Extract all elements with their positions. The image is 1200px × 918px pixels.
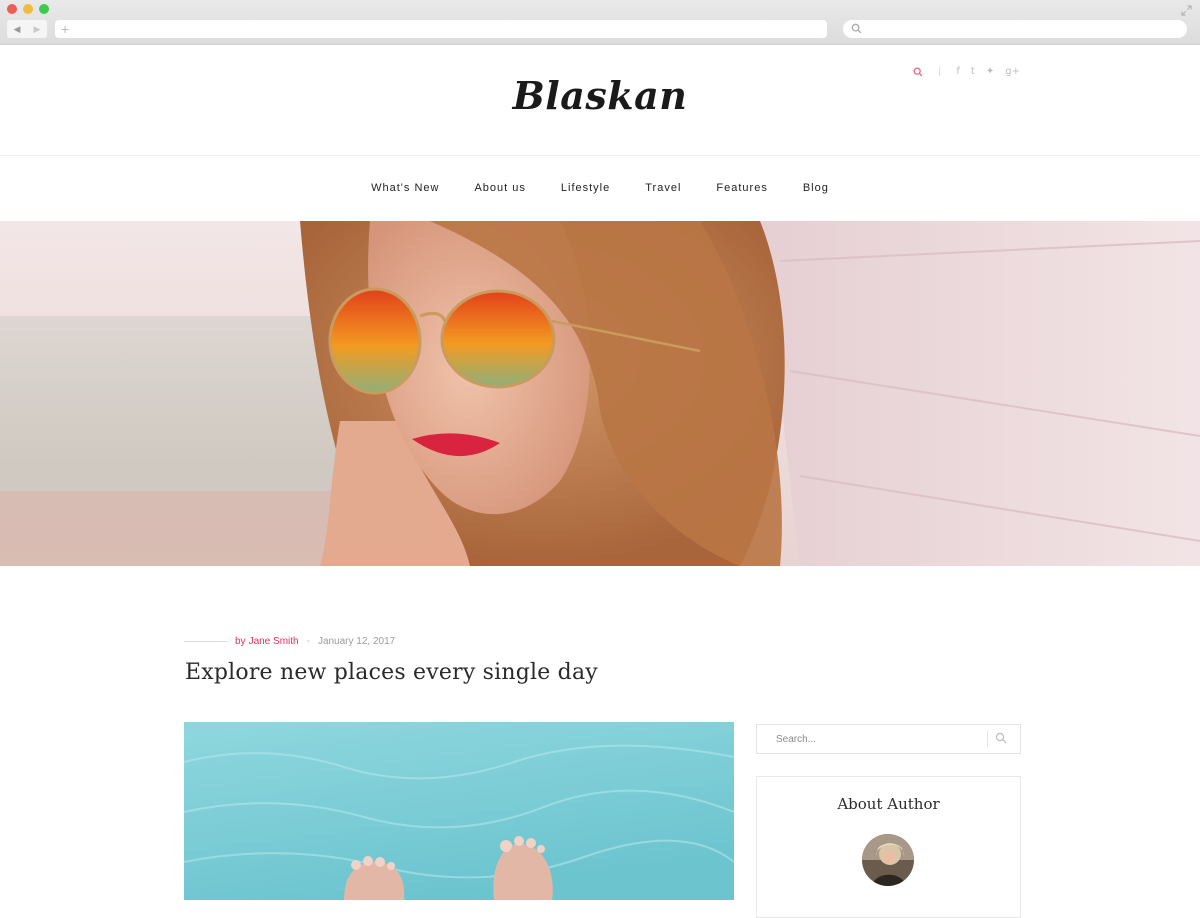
post-author-link[interactable]: Jane Smith [249, 636, 299, 647]
browser-search-field[interactable] [843, 20, 1187, 38]
nav-item-travel[interactable]: Travel [645, 182, 681, 194]
sidebar-search [756, 724, 1021, 754]
address-bar[interactable]: + [55, 20, 827, 38]
browser-chrome: ◀ ▶ + [0, 0, 1200, 45]
nav-item-about-us[interactable]: About us [474, 182, 525, 194]
search-icon[interactable] [913, 67, 923, 77]
forward-button[interactable]: ▶ [34, 24, 41, 35]
search-divider [987, 731, 988, 747]
separator: | [938, 66, 942, 77]
search-icon [851, 23, 862, 34]
window-controls [7, 4, 49, 14]
search-icon[interactable] [995, 732, 1007, 744]
pool-photo [184, 722, 734, 900]
post-title[interactable]: Explore new places every single day [185, 660, 598, 685]
facebook-icon[interactable]: f [956, 66, 960, 77]
post-date: January 12, 2017 [317, 636, 396, 647]
new-tab-icon[interactable]: + [61, 21, 69, 37]
maximize-window-button[interactable] [39, 4, 49, 14]
minimize-window-button[interactable] [23, 4, 33, 14]
nav-item-whats-new[interactable]: What's New [371, 182, 439, 194]
header-tools: | f t ✦ g+ [913, 66, 1020, 77]
twitter-icon[interactable]: ✦ [986, 66, 994, 77]
history-buttons: ◀ ▶ [7, 20, 47, 38]
google-plus-icon[interactable]: g+ [1005, 66, 1020, 77]
widget-title: About Author [837, 795, 940, 813]
about-author-widget: About Author [756, 776, 1021, 918]
back-button[interactable]: ◀ [14, 24, 21, 35]
post-featured-image[interactable] [184, 722, 734, 900]
site-header: Blaskan | f t ✦ g+ [0, 45, 1200, 156]
close-window-button[interactable] [7, 4, 17, 14]
post-meta: by Jane Smith - January 12, 2017 [184, 636, 395, 647]
nav-item-blog[interactable]: Blog [803, 182, 829, 194]
nav-item-lifestyle[interactable]: Lifestyle [561, 182, 610, 194]
hero-image [0, 221, 1200, 566]
avatar-photo [862, 834, 914, 886]
site-logo[interactable]: Blaskan [0, 73, 1200, 118]
tumblr-icon[interactable]: t [971, 66, 975, 77]
author-prefix: by [235, 636, 246, 647]
main-nav: What's New About us Lifestyle Travel Fea… [0, 156, 1200, 220]
nav-item-features[interactable]: Features [716, 182, 767, 194]
meta-divider [184, 641, 228, 642]
hero-photo [0, 221, 1200, 566]
author-avatar[interactable] [862, 834, 914, 886]
fullscreen-icon[interactable] [1181, 5, 1192, 16]
sidebar-search-input[interactable] [757, 725, 987, 753]
meta-separator: - [306, 636, 310, 647]
